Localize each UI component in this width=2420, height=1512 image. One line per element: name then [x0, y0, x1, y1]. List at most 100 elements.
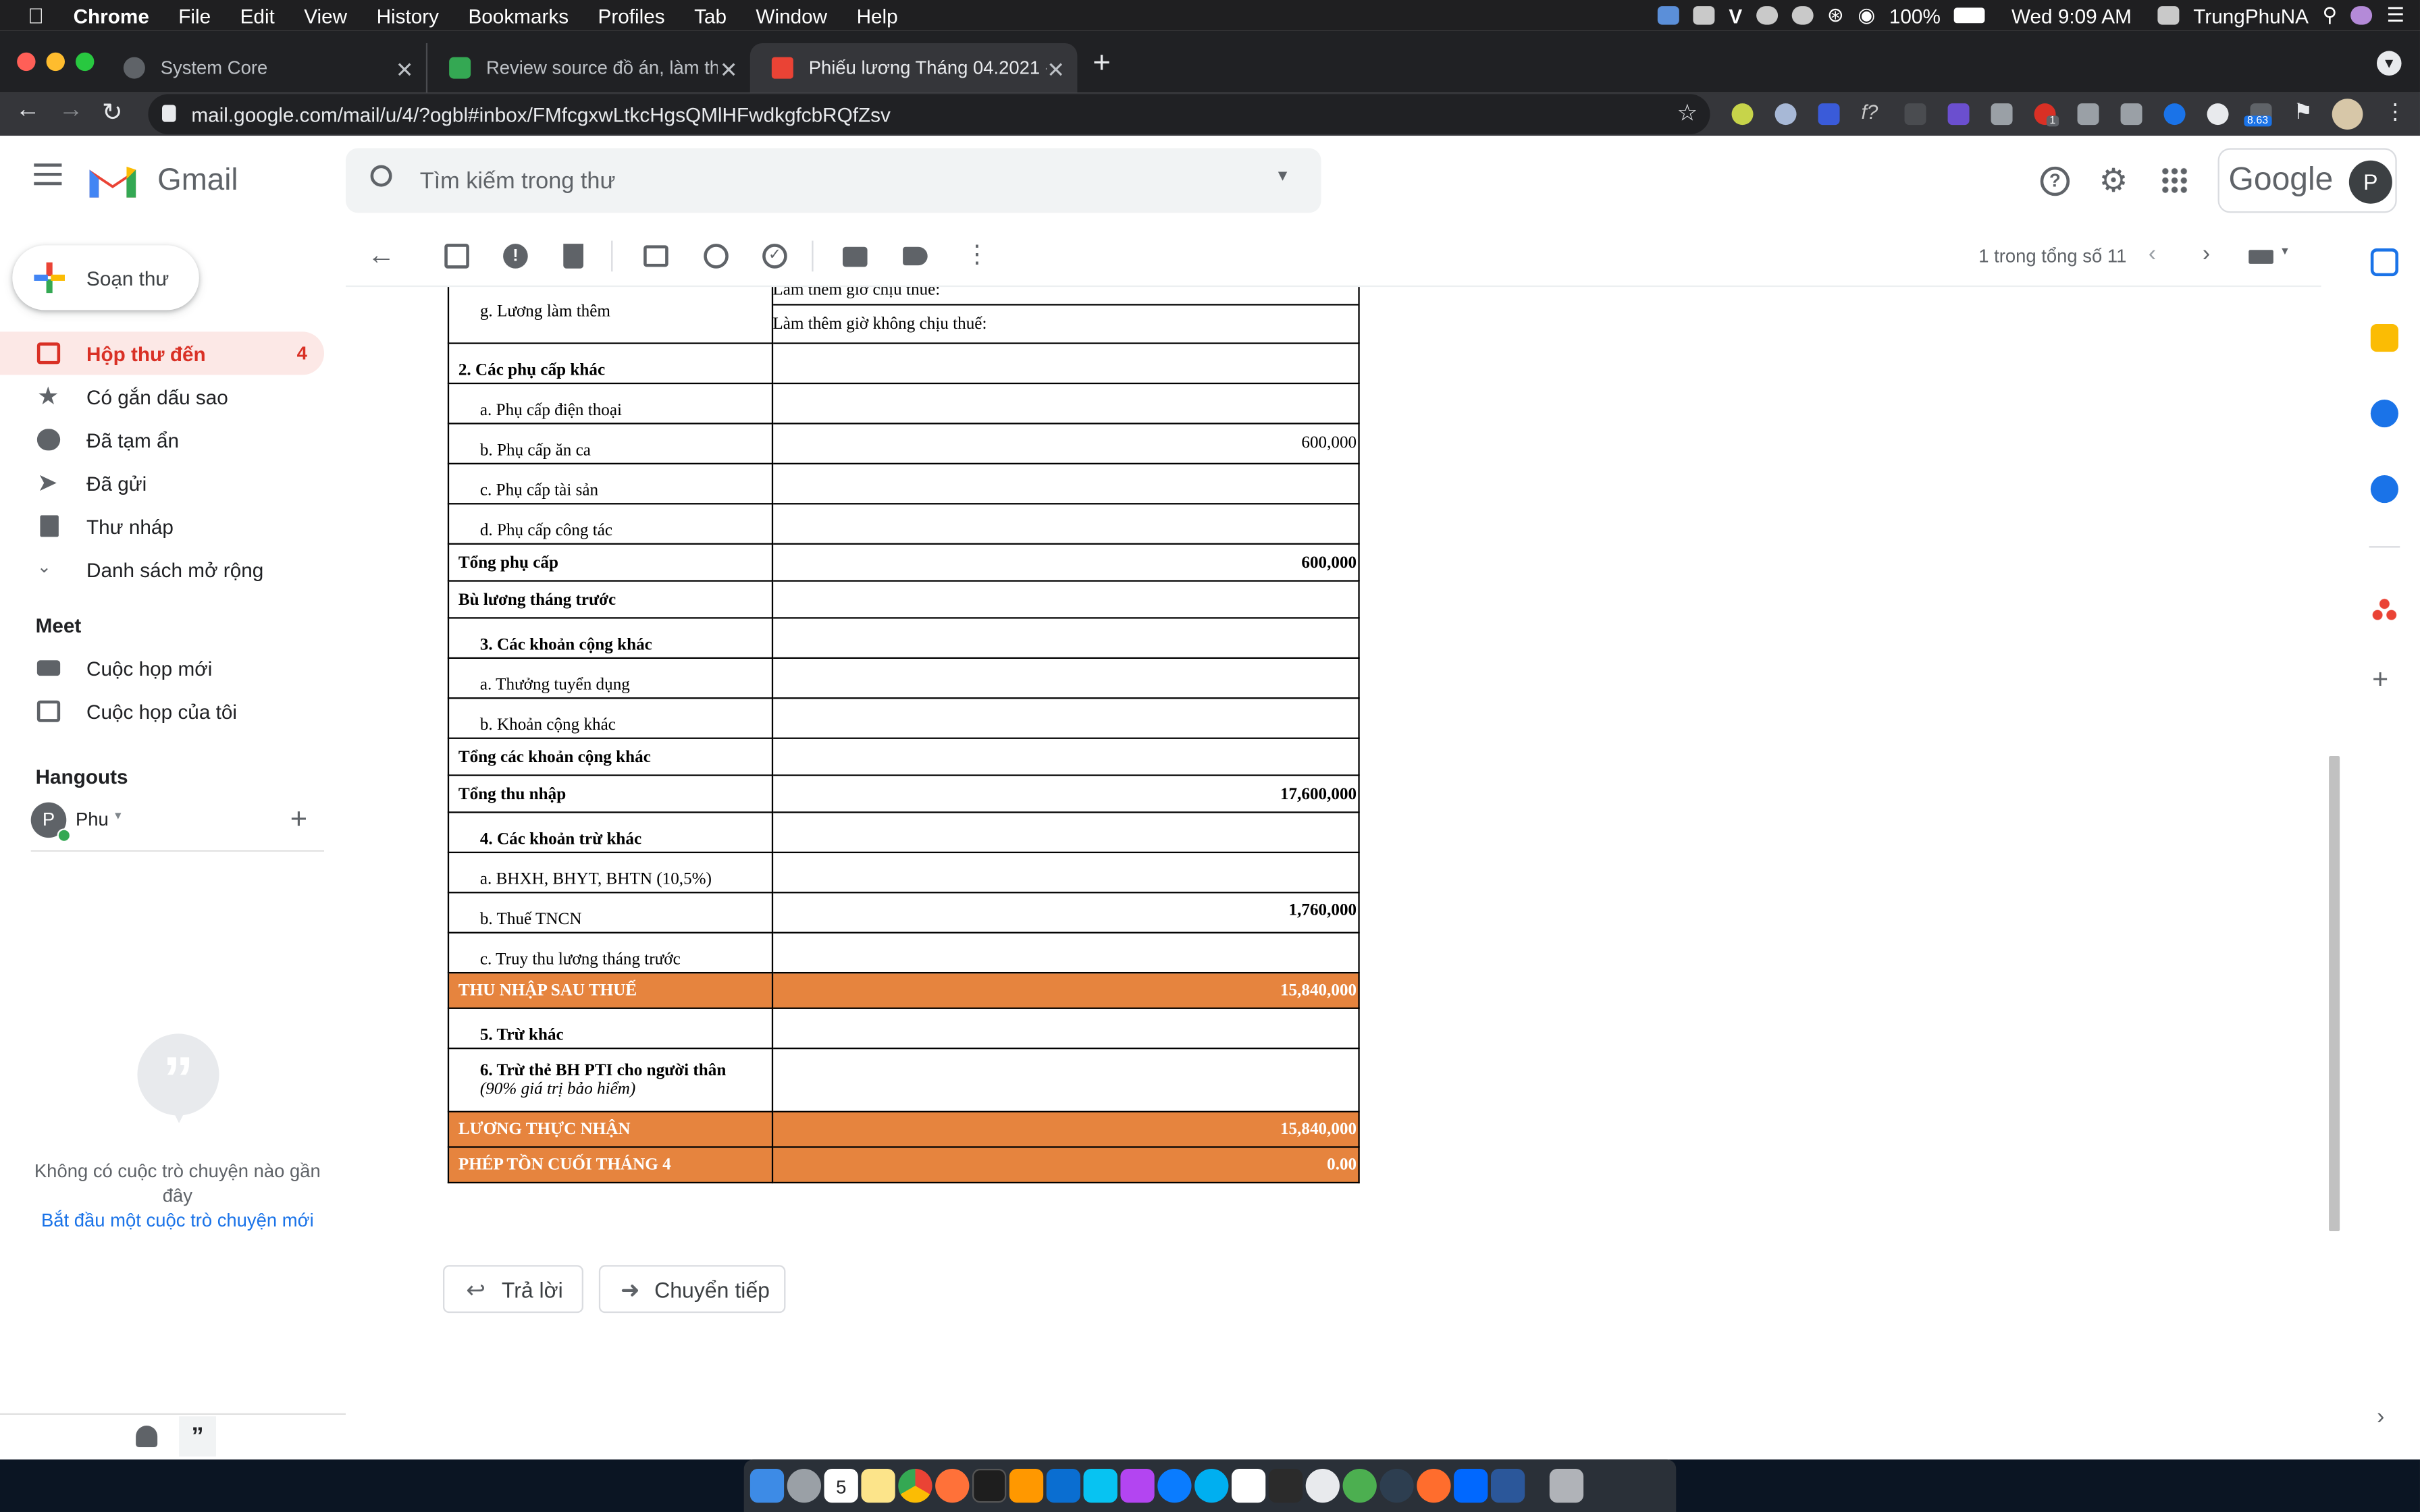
status-v-icon[interactable]: V	[1729, 4, 1742, 27]
add-task-check-icon[interactable]: ✓	[762, 244, 787, 269]
keep-app-icon[interactable]	[2370, 323, 2398, 352]
finder-icon[interactable]	[749, 1468, 785, 1503]
sublime-icon[interactable]	[1009, 1468, 1044, 1503]
extensions-puzzle-icon[interactable]: ⚑	[2294, 99, 2313, 125]
search-options-caret-icon[interactable]: ▼	[1275, 168, 1290, 185]
account-avatar[interactable]: P	[2348, 160, 2392, 204]
url-input[interactable]: mail.google.com/mail/u/4/?ogbl#inbox/FMf…	[148, 94, 1710, 134]
archive-icon[interactable]	[444, 244, 469, 269]
terminal-alt-icon[interactable]	[972, 1468, 1007, 1503]
ext-recycle-icon[interactable]	[1904, 103, 1926, 126]
contacts-person-icon[interactable]	[136, 1425, 158, 1447]
menu-chrome[interactable]: Chrome	[74, 4, 149, 27]
menu-window[interactable]: Window	[756, 4, 827, 27]
show-side-panel-chevron-icon[interactable]: ›	[2377, 1404, 2384, 1430]
ext-circle-icon[interactable]	[1774, 103, 1797, 126]
settings-gear-icon[interactable]: ⚙	[2099, 162, 2128, 200]
forward-button[interactable]: ➜ Chuyển tiếp	[598, 1265, 786, 1314]
calendar-dock-icon[interactable]: 5	[824, 1468, 858, 1503]
gmail-logo-icon[interactable]	[86, 161, 139, 200]
trash-icon[interactable]	[1549, 1468, 1584, 1503]
skype-icon[interactable]	[1194, 1468, 1229, 1503]
messenger-icon[interactable]	[1157, 1468, 1192, 1503]
calendar-status-icon[interactable]	[2157, 6, 2180, 25]
menu-profiles[interactable]: Profiles	[598, 4, 665, 27]
mark-unread-envelope-icon[interactable]	[643, 245, 668, 267]
word-icon[interactable]	[1490, 1468, 1525, 1503]
gmail-wordmark[interactable]: Gmail	[157, 163, 238, 199]
ext-v-icon[interactable]	[2077, 103, 2099, 126]
reload-icon[interactable]: ↻	[102, 97, 123, 128]
menu-file[interactable]: File	[178, 4, 211, 27]
tasks-app-icon[interactable]	[2370, 399, 2398, 428]
notes-icon[interactable]	[861, 1468, 895, 1503]
chrome-menu-icon[interactable]: ⋮	[2384, 99, 2406, 125]
tab-close-icon[interactable]: ✕	[720, 57, 738, 84]
tab-close-icon[interactable]: ✕	[1047, 57, 1065, 84]
forward-arrow-icon[interactable]: →	[59, 97, 84, 125]
ext-clock-icon[interactable]	[2207, 103, 2229, 126]
menu-history[interactable]: History	[377, 4, 439, 27]
launchpad-icon[interactable]	[787, 1468, 821, 1503]
contacts-app-icon[interactable]	[2370, 475, 2398, 504]
ext-d-icon[interactable]	[1818, 103, 1840, 126]
older-chevron-right-icon[interactable]: ›	[2203, 241, 2210, 267]
webstorm-icon[interactable]	[1083, 1468, 1117, 1503]
help-icon[interactable]: ?	[2040, 166, 2070, 196]
terminal-icon[interactable]	[1268, 1468, 1303, 1503]
get-addons-plus-icon[interactable]: +	[2372, 664, 2388, 696]
reply-button[interactable]: ↩ Trả lời	[442, 1265, 583, 1314]
status-creative-icon[interactable]	[1756, 6, 1778, 25]
calendar-app-icon[interactable]	[2370, 248, 2398, 277]
sidebar-item-starred[interactable]: ★ Có gắn dấu sao	[0, 375, 324, 418]
vscode-icon[interactable]	[1046, 1468, 1080, 1503]
profile-avatar-icon[interactable]	[2332, 99, 2363, 130]
status-app-icon[interactable]	[1658, 6, 1680, 25]
sidebar-item-sent[interactable]: ➤ Đã gửi	[0, 461, 324, 504]
ext-camera-icon[interactable]	[1991, 103, 2013, 126]
chrome-dock-icon[interactable]	[898, 1468, 932, 1503]
label-tag-icon[interactable]	[903, 246, 928, 266]
meet-my-meetings[interactable]: Cuộc họp của tôi	[0, 690, 324, 733]
menu-help[interactable]: Help	[857, 4, 898, 27]
sidebar-item-drafts[interactable]: Thư nháp	[0, 504, 324, 547]
menubar-username[interactable]: TrungPhuNA	[2193, 4, 2309, 27]
clock[interactable]: Wed 9:09 AM	[2011, 4, 2132, 27]
menu-tab[interactable]: Tab	[694, 4, 727, 27]
menu-bookmarks[interactable]: Bookmarks	[468, 4, 569, 27]
apple-icon[interactable]: 	[28, 3, 44, 28]
tab-system-core[interactable]: System Core ✕	[102, 43, 426, 92]
battery-icon[interactable]	[1954, 7, 1986, 24]
pen-app-icon[interactable]	[1417, 1468, 1451, 1503]
search-icon[interactable]	[370, 165, 392, 187]
bookmark-star-icon[interactable]: ☆	[1677, 99, 1698, 127]
sidebar-item-more[interactable]: ⌄ Danh sách mở rộng	[0, 547, 324, 591]
tab-review-source[interactable]: Review source đồ án, làm thuê ✕	[425, 43, 750, 93]
new-tab-plus-icon[interactable]: +	[1093, 47, 1111, 82]
back-to-inbox-arrow-icon[interactable]: ←	[367, 239, 395, 270]
colorful-app-icon[interactable]	[1342, 1468, 1377, 1503]
control-center-icon[interactable]: ☰	[2386, 3, 2404, 28]
wifi-icon[interactable]: ◉	[1858, 3, 1875, 28]
tab-payslip[interactable]: Phiếu lương Tháng 04.2021 - p ✕	[749, 43, 1078, 93]
window-zoom-button[interactable]	[75, 52, 95, 72]
back-arrow-icon[interactable]: ←	[16, 97, 41, 125]
delete-trash-icon[interactable]	[563, 244, 583, 269]
menu-view[interactable]: View	[304, 4, 347, 27]
newer-chevron-left-icon[interactable]: ‹	[2149, 241, 2156, 267]
tab-close-icon[interactable]: ✕	[396, 57, 414, 84]
window-close-button[interactable]	[17, 52, 36, 72]
zalo-icon[interactable]	[1454, 1468, 1488, 1503]
window-minimize-button[interactable]	[46, 52, 65, 72]
status-sync-icon[interactable]	[1791, 6, 1814, 25]
menu-edit[interactable]: Edit	[240, 4, 275, 27]
meet-new-meeting[interactable]: Cuộc họp mới	[0, 647, 324, 690]
snooze-clock-icon[interactable]	[704, 244, 729, 269]
message-scrollbar[interactable]	[2321, 225, 2346, 1460]
firefox-icon[interactable]	[935, 1468, 970, 1503]
sidebar-item-snoozed[interactable]: Đã tạm ẩn	[0, 418, 324, 461]
search-input[interactable]: Tìm kiếm trong thư ▼	[345, 148, 1321, 213]
start-chat-link[interactable]: Bắt đầu một cuộc trò chuyện mới	[31, 1210, 324, 1231]
report-spam-icon[interactable]: !	[503, 244, 528, 269]
hangouts-tab-quote-icon[interactable]: ”	[179, 1416, 216, 1457]
